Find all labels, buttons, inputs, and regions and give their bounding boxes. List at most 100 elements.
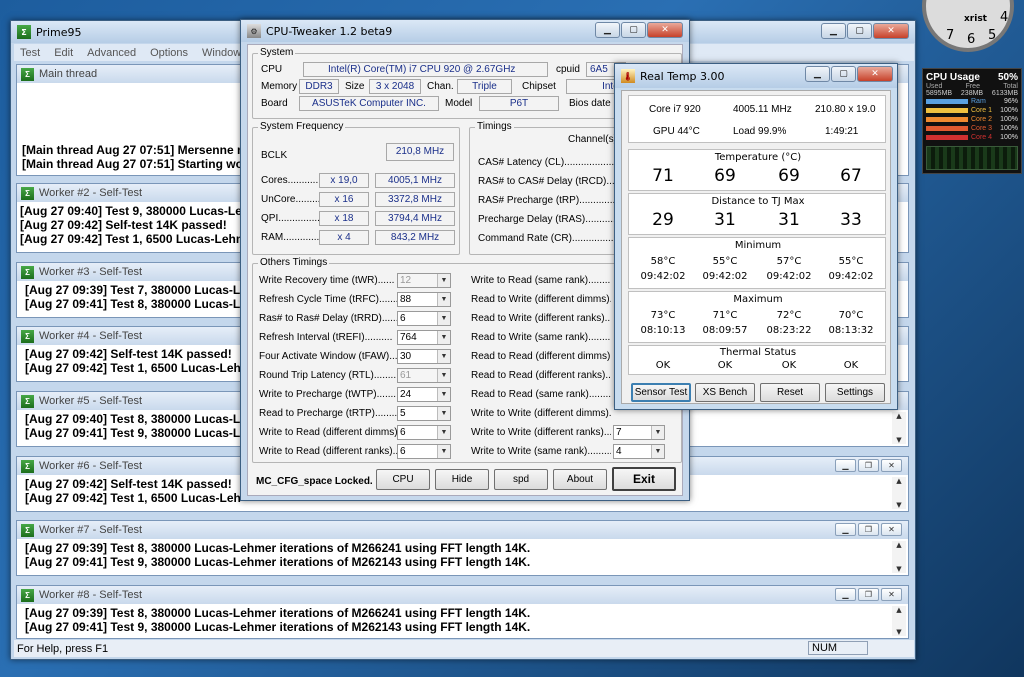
prime95-title: Prime95 [36,25,82,39]
scroll-down-icon[interactable]: ▼ [896,628,901,636]
minimum-panel: Minimum 58°C 09:42:02 55°C 09:42:02 57°C 09:4… [628,237,886,289]
xs-bench-button[interactable]: XS Bench [695,383,755,402]
core-max-temp: 70°C [838,310,864,321]
memory-channel: Triple [457,79,512,94]
clock-digit: 7 [946,28,955,43]
cpu-load: Load 99.9% [733,126,787,137]
chevron-down-icon: ▼ [437,350,450,363]
gadget-free-label: Free [965,83,980,90]
cpu-button[interactable]: CPU [376,469,430,490]
minimize-icon[interactable]: ▁ [805,66,830,82]
timing-select[interactable]: 5 ▼ [397,406,451,421]
timing-label: Write to Read (different ranks).... [259,446,399,457]
worker-titlebar[interactable]: Σ Worker #8 - Self-Test ▁ ❐ ✕ [17,586,908,604]
maximize-icon[interactable]: ▢ [831,66,856,82]
prime95-icon: Σ [21,265,34,279]
gadget-bar [926,99,968,104]
timing-select[interactable]: 88 ▼ [397,292,451,307]
core-distance: 31 [714,210,736,230]
minimize-icon[interactable]: ▁ [835,459,856,472]
timing-select[interactable]: 6 ▼ [397,444,451,459]
cpu-tweaker-title: CPU-Tweaker 1.2 beta9 [266,24,393,38]
timing-select[interactable]: 6 ▼ [397,311,451,326]
scrollbar[interactable]: ▲ ▼ [892,606,906,636]
core-max-time: 08:13:32 [828,325,874,336]
scrollbar[interactable]: ▲ ▼ [892,477,906,509]
scroll-down-icon[interactable]: ▼ [896,565,901,573]
restore-icon[interactable]: ❐ [858,459,879,472]
menu-window[interactable]: Window [202,47,241,59]
maximize-icon[interactable]: ▢ [621,22,646,38]
gadget-row-value: 100% [1000,116,1018,123]
menu-advanced[interactable]: Advanced [87,47,136,59]
timing-select[interactable]: 12 ▼ [397,273,451,288]
gadget-bar [926,117,968,122]
timing-label: Write to Read (different dimms).... [259,427,399,438]
restore-icon[interactable]: ❐ [858,523,879,536]
worker-titlebar[interactable]: Σ Worker #7 - Self-Test ▁ ❐ ✕ [17,521,908,539]
minimize-icon[interactable]: ▁ [835,588,856,601]
close-icon[interactable]: ✕ [881,588,902,601]
core-temperature: 67 [840,166,862,186]
timing-label: Write Recovery time (tWR)...... [259,275,395,286]
hide-button[interactable]: Hide [435,469,489,490]
freq-multiplier: x 16 [319,192,369,207]
close-icon[interactable]: ✕ [881,523,902,536]
gadget-free: 238MB [960,90,984,97]
gadget-row: Ram 96% [923,97,1021,106]
field-label: Model [445,98,473,109]
gadget-bar [926,135,968,140]
close-icon[interactable]: ✕ [647,22,683,38]
gadget-row: Core 1 100% [923,106,1021,115]
restore-icon[interactable]: ❐ [858,588,879,601]
menu-edit[interactable]: Edit [54,47,73,59]
cpu-tweaker-titlebar[interactable]: ⚙ CPU-Tweaker 1.2 beta9 ▁ ▢ ✕ [241,20,689,42]
menu-options[interactable]: Options [150,47,188,59]
scrollbar[interactable]: ▲ ▼ [892,412,906,444]
scroll-up-icon[interactable]: ▲ [896,606,901,614]
gadget-total: 6133MB [991,90,1018,97]
about-button[interactable]: About [553,469,607,490]
scroll-up-icon[interactable]: ▲ [896,412,901,420]
minimize-icon[interactable]: ▁ [595,22,620,38]
timing-select-value: 5 [400,408,406,419]
timing-select-value: 6 [400,446,406,457]
locked-status: MC_CFG_space Locked. [256,476,373,487]
core-temperature: 69 [778,166,800,186]
timing-select[interactable]: 4 ▼ [613,444,665,459]
section-label: Temperature (°C) [714,152,802,163]
timing-select[interactable]: 6 ▼ [397,425,451,440]
scroll-down-icon[interactable]: ▼ [896,436,901,444]
prime95-icon: Σ [21,186,34,200]
timing-select[interactable]: 61 ▼ [397,368,451,383]
timing-select[interactable]: 30 ▼ [397,349,451,364]
timing-label: Round Trip Latency (RTL)......... [259,370,399,381]
close-icon[interactable]: ✕ [881,459,902,472]
timing-label: Write to Read (same rank)............... [471,275,611,286]
timing-select[interactable]: 24 ▼ [397,387,451,402]
minimize-icon[interactable]: ▁ [835,523,856,536]
clock-gadget: xrist 4 5 6 7 [922,0,1014,52]
status-bar: For Help, press F1 NUM [14,640,914,657]
scroll-up-icon[interactable]: ▲ [896,477,901,485]
close-icon[interactable]: ✕ [873,23,909,39]
timing-label: Read to Write (same rank)............... [471,332,611,343]
scrollbar[interactable]: ▲ ▼ [892,541,906,573]
settings-button[interactable]: Settings [825,383,885,402]
exit-button[interactable]: Exit [612,467,676,491]
timing-select[interactable]: 7 ▼ [613,425,665,440]
real-temp-titlebar[interactable]: 🌡 Real Temp 3.00 ▁ ▢ ✕ [615,64,897,88]
field-label: Bios date [569,98,611,109]
scroll-down-icon[interactable]: ▼ [896,501,901,509]
gadget-row-value: 100% [1000,134,1018,141]
menu-test[interactable]: Test [20,47,40,59]
maximize-icon[interactable]: ▢ [847,23,872,39]
timing-select[interactable]: 764 ▼ [397,330,451,345]
scroll-up-icon[interactable]: ▲ [896,541,901,549]
spd-button[interactable]: spd [494,469,548,490]
minimize-icon[interactable]: ▁ [821,23,846,39]
close-icon[interactable]: ✕ [857,66,893,82]
sensor-test-button[interactable]: Sensor Test [631,383,691,402]
field-label: CPU [261,64,283,75]
reset-button[interactable]: Reset [760,383,820,402]
